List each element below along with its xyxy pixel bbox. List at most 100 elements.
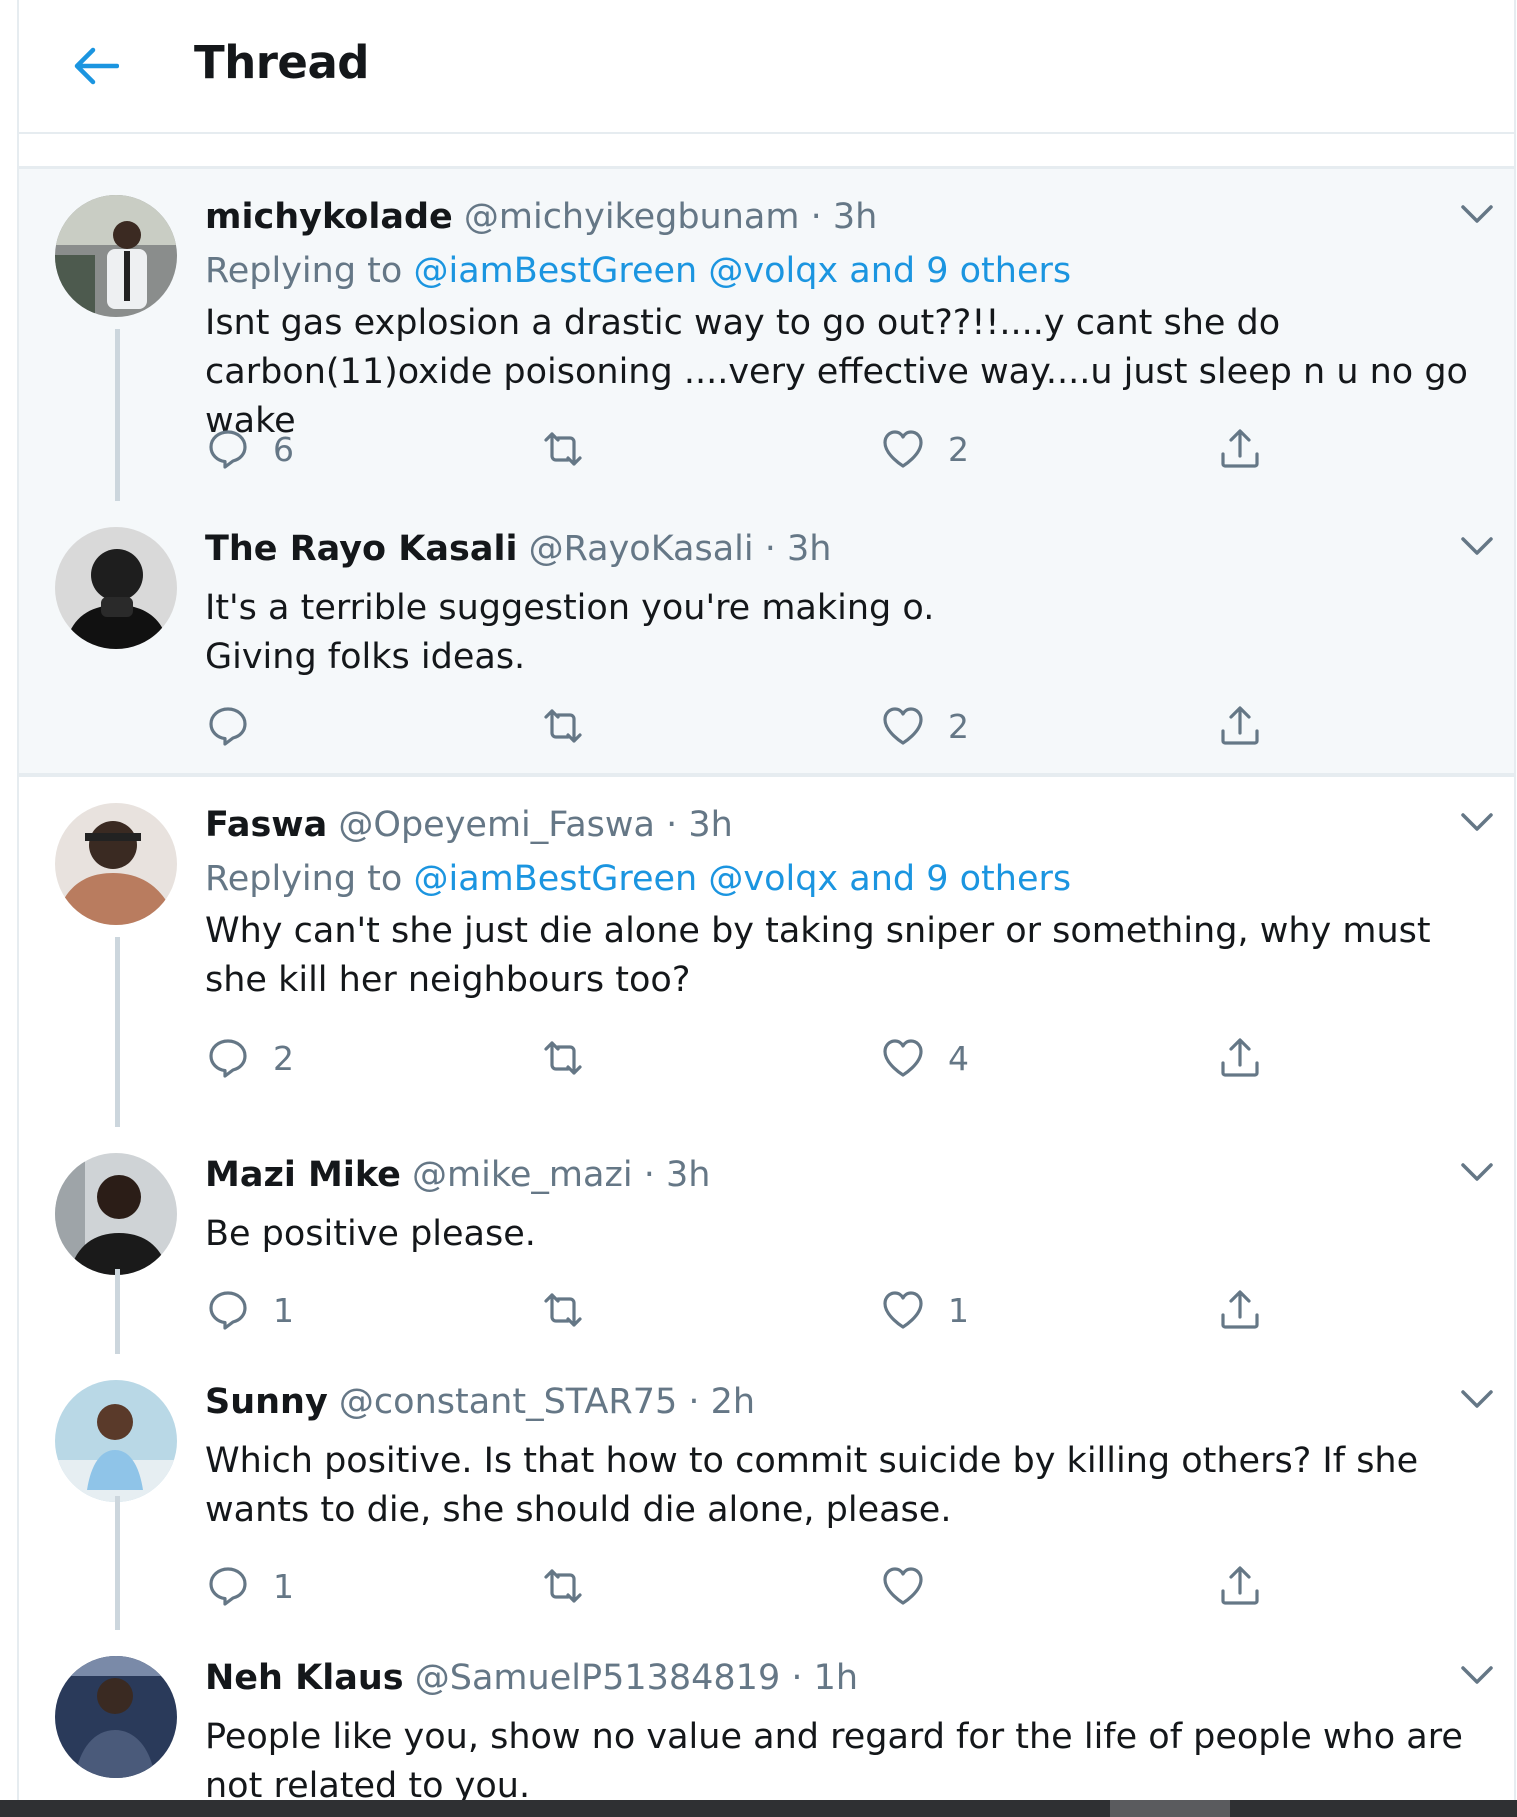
thread-header: Thread: [19, 0, 1514, 134]
like-button[interactable]: 1: [880, 1285, 969, 1335]
reply-button[interactable]: 2: [205, 1033, 294, 1083]
tweet-text: Why can't she just die alone by taking s…: [205, 911, 1431, 1000]
reply-icon: [209, 707, 247, 746]
tweet-actions: 1 1: [205, 1285, 1305, 1335]
handle[interactable]: @mike_mazi: [412, 1155, 633, 1195]
chevron-down-icon[interactable]: [1459, 1157, 1495, 1187]
reply-icon: [209, 430, 247, 469]
display-name[interactable]: Mazi Mike: [205, 1155, 401, 1195]
horizontal-scrollbar[interactable]: [0, 1800, 1517, 1817]
share-icon: [1221, 1038, 1259, 1077]
replying-to-link[interactable]: @iamBestGreen @volqx and 9 others: [413, 251, 1071, 291]
thread-line: [115, 937, 120, 1127]
reply-icon: [209, 1291, 247, 1330]
display-name[interactable]: michykolade: [205, 197, 453, 237]
tweet[interactable]: Neh Klaus @SamuelP51384819 · 1h People l…: [19, 1630, 1514, 1806]
tweet[interactable]: Faswa @Opeyemi_Faswa · 3h Replying to @i…: [19, 777, 1514, 1127]
reply-button[interactable]: 1: [205, 1285, 294, 1335]
display-name[interactable]: Neh Klaus: [205, 1658, 404, 1698]
thread-line: [115, 1269, 120, 1354]
tweet-actions: 1: [205, 1561, 1305, 1611]
tweet[interactable]: Sunny @constant_STAR75 · 2h Which positi…: [19, 1354, 1514, 1630]
avatar[interactable]: [55, 1656, 177, 1778]
back-arrow-icon[interactable]: [71, 46, 120, 86]
retweet-button[interactable]: [540, 1561, 608, 1611]
tweet-text: People like you, show no value and regar…: [205, 1717, 1463, 1806]
share-button[interactable]: [1217, 424, 1263, 474]
reply-button[interactable]: 6: [205, 424, 294, 474]
tweet[interactable]: michykolade @michyikegbunam · 3h Replyin…: [19, 169, 1514, 509]
tweet-text: It's a terrible suggestion you're making…: [205, 588, 935, 677]
share-button[interactable]: [1217, 1033, 1263, 1083]
tweet-actions: 6 2: [205, 424, 1305, 474]
reply-icon: [209, 1567, 247, 1606]
avatar[interactable]: [55, 1380, 177, 1502]
chevron-down-icon[interactable]: [1459, 531, 1495, 561]
replying-label: Replying to: [205, 859, 403, 899]
reply-count: 1: [273, 1290, 294, 1330]
share-button[interactable]: [1217, 1285, 1263, 1335]
share-icon: [1221, 1290, 1259, 1329]
share-icon: [1221, 429, 1259, 468]
like-button[interactable]: 2: [880, 701, 969, 751]
handle[interactable]: @michyikegbunam: [464, 197, 800, 237]
handle[interactable]: @RayoKasali: [529, 529, 754, 569]
tweet-actions: 2: [205, 701, 1305, 751]
scrollbar-thumb[interactable]: [1110, 1800, 1230, 1817]
avatar[interactable]: [55, 1153, 177, 1275]
display-name[interactable]: Faswa: [205, 805, 327, 845]
retweet-icon: [544, 432, 582, 466]
timestamp[interactable]: 3h: [666, 1155, 710, 1195]
handle[interactable]: @SamuelP51384819: [415, 1658, 780, 1698]
timestamp[interactable]: 3h: [787, 529, 831, 569]
like-button[interactable]: 4: [880, 1033, 969, 1083]
tweet[interactable]: Mazi Mike @mike_mazi · 3h Be positive pl…: [19, 1127, 1514, 1354]
like-icon: [883, 430, 923, 468]
timestamp[interactable]: 2h: [711, 1382, 755, 1422]
share-icon: [1221, 1566, 1259, 1605]
display-name[interactable]: Sunny: [205, 1382, 328, 1422]
retweet-button[interactable]: [540, 1285, 608, 1335]
timestamp[interactable]: 3h: [688, 805, 732, 845]
chevron-down-icon[interactable]: [1459, 807, 1495, 837]
retweet-button[interactable]: [540, 701, 608, 751]
chevron-down-icon[interactable]: [1459, 1384, 1495, 1414]
share-button[interactable]: [1217, 1561, 1263, 1611]
chevron-down-icon[interactable]: [1459, 1660, 1495, 1690]
reply-button[interactable]: [205, 701, 273, 751]
like-count: 4: [948, 1038, 969, 1078]
reply-button[interactable]: 1: [205, 1561, 294, 1611]
retweet-icon: [544, 709, 582, 743]
handle[interactable]: @constant_STAR75: [339, 1382, 677, 1422]
like-button[interactable]: [880, 1561, 948, 1611]
avatar[interactable]: [55, 195, 177, 317]
avatar[interactable]: [55, 527, 177, 649]
share-icon: [1221, 706, 1259, 745]
like-button[interactable]: 2: [880, 424, 969, 474]
reply-count: 1: [273, 1566, 294, 1606]
replying-label: Replying to: [205, 251, 403, 291]
like-icon: [883, 1567, 923, 1605]
like-count: 2: [948, 706, 969, 746]
replying-to-link[interactable]: @iamBestGreen @volqx and 9 others: [413, 859, 1071, 899]
retweet-icon: [544, 1293, 582, 1327]
reply-count: 6: [273, 429, 294, 469]
reply-icon: [209, 1039, 247, 1078]
retweet-button[interactable]: [540, 424, 608, 474]
handle[interactable]: @Opeyemi_Faswa: [338, 805, 655, 845]
retweet-icon: [544, 1041, 582, 1075]
page-title: Thread: [194, 36, 370, 89]
display-name[interactable]: The Rayo Kasali: [205, 529, 517, 569]
divider: [19, 134, 1514, 169]
tweet-text: Which positive. Is that how to commit su…: [205, 1441, 1419, 1530]
tweet[interactable]: The Rayo Kasali @RayoKasali · 3h It's a …: [19, 501, 1514, 773]
timestamp[interactable]: 3h: [833, 197, 877, 237]
timeline-column: Thread michykolade @michyikegbunam · 3h …: [17, 0, 1516, 1817]
retweet-button[interactable]: [540, 1033, 608, 1083]
timestamp[interactable]: 1h: [814, 1658, 858, 1698]
avatar[interactable]: [55, 803, 177, 925]
thread-line: [115, 1496, 120, 1630]
like-count: 1: [948, 1290, 969, 1330]
chevron-down-icon[interactable]: [1459, 199, 1495, 229]
share-button[interactable]: [1217, 701, 1263, 751]
